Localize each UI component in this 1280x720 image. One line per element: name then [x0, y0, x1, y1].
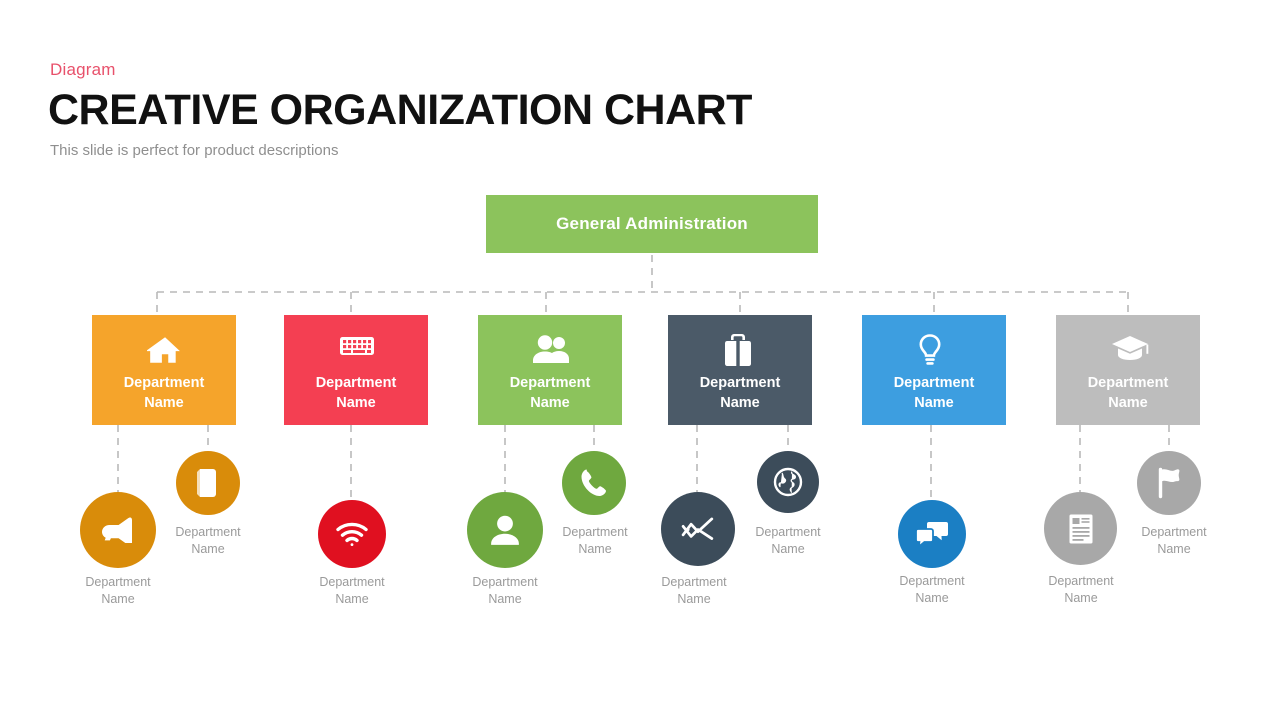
keyboard-icon	[339, 333, 374, 367]
leaf-circle-megaphone[interactable]	[80, 492, 156, 568]
dept-box-label-2: Department Name	[315, 375, 397, 411]
leaf-label-wifi: Department Name	[319, 575, 385, 606]
leaf-label-line-chart: Department Name	[661, 575, 727, 606]
book-icon	[195, 468, 221, 498]
graduation-cap-icon	[1111, 333, 1149, 367]
leaf-circle-chat[interactable]	[898, 500, 966, 568]
leaf-circle-wifi[interactable]	[318, 500, 386, 568]
dept-box-label-5: Department Name	[893, 375, 975, 411]
dept-box-3[interactable]: Department Name	[478, 315, 622, 425]
root-node-label: General Administration	[556, 214, 748, 233]
phone-icon	[580, 468, 608, 498]
page-subtitle: This slide is perfect for product descri…	[50, 142, 339, 159]
page-title: CREATIVE ORGANIZATION CHART	[48, 86, 752, 134]
leaf-label-phone: Department Name	[562, 525, 628, 556]
slide-canvas: Diagram CREATIVE ORGANIZATION CHART This…	[0, 0, 1280, 720]
leaf-circle-flag[interactable]	[1137, 451, 1201, 515]
leaf-label-globe: Department Name	[755, 525, 821, 556]
root-node-general-administration[interactable]: General Administration	[486, 195, 818, 253]
chat-icon	[915, 520, 949, 548]
leaf-circle-book[interactable]	[176, 451, 240, 515]
leaf-label-document: Department Name	[1048, 574, 1114, 605]
dept-box-label-6: Department Name	[1087, 375, 1169, 411]
wifi-icon	[335, 522, 369, 546]
dept-box-6[interactable]: Department Name	[1056, 315, 1200, 425]
briefcase-icon	[723, 333, 757, 367]
globe-icon	[773, 467, 803, 497]
dept-box-label-4: Department Name	[699, 375, 781, 411]
megaphone-icon	[101, 517, 135, 543]
leaf-circle-document[interactable]	[1044, 492, 1117, 565]
users-icon	[533, 333, 569, 367]
flag-icon	[1154, 467, 1184, 499]
lightbulb-icon	[917, 333, 951, 367]
home-icon	[145, 333, 181, 367]
document-icon	[1068, 513, 1094, 545]
user-icon	[489, 514, 521, 546]
leaf-label-book: Department Name	[175, 525, 241, 556]
dept-box-5[interactable]: Department Name	[862, 315, 1006, 425]
dept-box-4[interactable]: Department Name	[668, 315, 812, 425]
leaf-label-user: Department Name	[472, 575, 538, 606]
line-chart-icon	[681, 516, 715, 542]
leaf-circle-globe[interactable]	[757, 451, 819, 513]
leaf-circle-line-chart[interactable]	[661, 492, 735, 566]
leaf-circle-phone[interactable]	[562, 451, 626, 515]
dept-box-2[interactable]: Department Name	[284, 315, 428, 425]
leaf-label-chat: Department Name	[899, 574, 965, 605]
eyebrow-label: Diagram	[50, 60, 116, 79]
leaf-label-megaphone: Department Name	[85, 575, 151, 606]
dept-box-label-3: Department Name	[509, 375, 591, 411]
dept-box-1[interactable]: Department Name	[92, 315, 236, 425]
dept-box-label-1: Department Name	[123, 375, 205, 411]
leaf-label-flag: Department Name	[1141, 525, 1207, 556]
leaf-circle-user[interactable]	[467, 492, 543, 568]
